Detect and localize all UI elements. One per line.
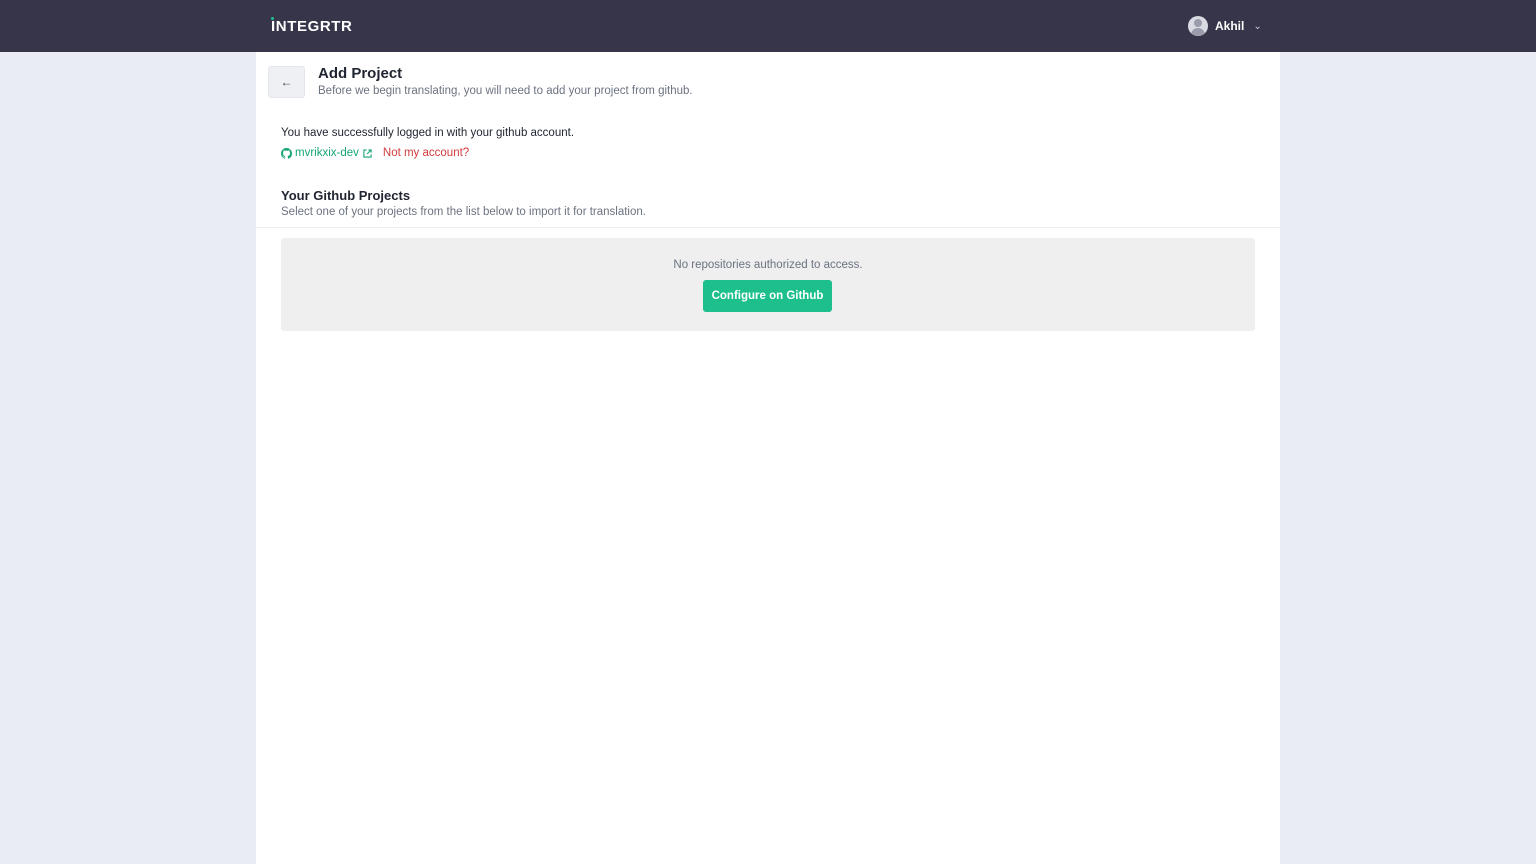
user-name: Akhil — [1215, 19, 1245, 33]
divider — [256, 227, 1280, 228]
external-link-icon[interactable] — [363, 148, 372, 158]
back-button[interactable]: ← — [268, 66, 305, 98]
page-title: Add Project — [318, 65, 403, 82]
projects-section-subtitle: Select one of your projects from the lis… — [281, 206, 646, 218]
account-row: mvrikxix-dev Not my account? — [281, 147, 469, 159]
empty-state-message: No repositories authorized to access. — [673, 259, 863, 271]
avatar-icon — [1188, 16, 1208, 36]
empty-repositories-state: No repositories authorized to access. Co… — [281, 238, 1255, 331]
user-menu[interactable]: Akhil ⌄ — [1188, 16, 1262, 36]
projects-section-title: Your Github Projects — [281, 188, 411, 203]
arrow-left-icon: ← — [280, 75, 293, 89]
github-icon — [281, 147, 292, 159]
not-my-account-link[interactable]: Not my account? — [383, 147, 469, 159]
main-panel: ← Add Project Before we begin translatin… — [256, 52, 1280, 864]
github-account-link[interactable]: mvrikxix-dev — [295, 147, 359, 159]
top-navbar: INTEGRTR Akhil ⌄ — [0, 0, 1536, 52]
configure-on-github-button[interactable]: Configure on Github — [703, 280, 832, 312]
chevron-down-icon: ⌄ — [1253, 20, 1262, 32]
app-logo[interactable]: INTEGRTR — [271, 18, 352, 35]
login-success-message: You have successfully logged in with you… — [281, 127, 575, 139]
page-subtitle: Before we begin translating, you will ne… — [318, 85, 693, 97]
